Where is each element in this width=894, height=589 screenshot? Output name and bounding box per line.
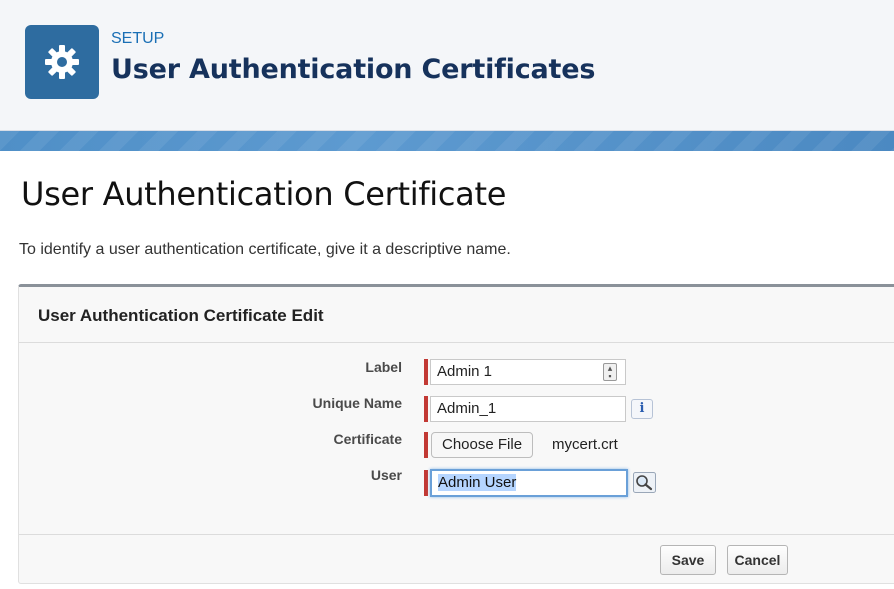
edit-panel: User Authentication Certificate Edit Lab…: [18, 284, 894, 584]
required-indicator: [424, 432, 428, 458]
decorative-band: [0, 131, 894, 151]
breadcrumb-setup[interactable]: SETUP: [111, 30, 164, 48]
panel-footer: Save Cancel: [19, 534, 894, 587]
main-content: User Authentication Certificate To ident…: [0, 151, 894, 589]
setup-header: SETUP User Authentication Certificates: [0, 0, 894, 131]
label-field-label: Label: [365, 359, 402, 375]
unique-name-input-value: Admin_1: [437, 400, 497, 417]
save-button[interactable]: Save: [660, 545, 716, 575]
gear-icon: [45, 45, 79, 79]
user-field-label: User: [370, 467, 402, 483]
autofill-contact-icon[interactable]: ▴ ▪: [603, 363, 617, 381]
panel-header: User Authentication Certificate Edit: [19, 287, 894, 343]
user-lookup-input[interactable]: Admin User: [430, 469, 628, 497]
info-icon[interactable]: i: [631, 399, 653, 419]
setup-app-icon: [25, 25, 99, 99]
cancel-button[interactable]: Cancel: [727, 545, 788, 575]
certificate-field-label: Certificate: [333, 431, 402, 447]
lookup-magnifier-icon[interactable]: [633, 472, 657, 494]
unique-name-input[interactable]: Admin_1: [430, 396, 626, 422]
required-indicator: [424, 359, 428, 385]
unique-name-field-label: Unique Name: [312, 395, 402, 411]
required-indicator: [424, 396, 428, 422]
page-title: User Authentication Certificate: [21, 175, 507, 213]
label-input-value: Admin 1: [437, 363, 493, 380]
required-indicator: [424, 470, 428, 496]
label-input[interactable]: Admin 1 ▴ ▪: [430, 359, 626, 385]
page-description: To identify a user authentication certif…: [19, 241, 511, 258]
user-input-value: Admin User: [438, 474, 517, 491]
choose-file-button[interactable]: Choose File: [431, 432, 534, 458]
selected-file-name: mycert.crt: [552, 436, 618, 453]
page-header-title: User Authentication Certificates: [111, 54, 596, 85]
panel-title: User Authentication Certificate Edit: [38, 306, 324, 325]
